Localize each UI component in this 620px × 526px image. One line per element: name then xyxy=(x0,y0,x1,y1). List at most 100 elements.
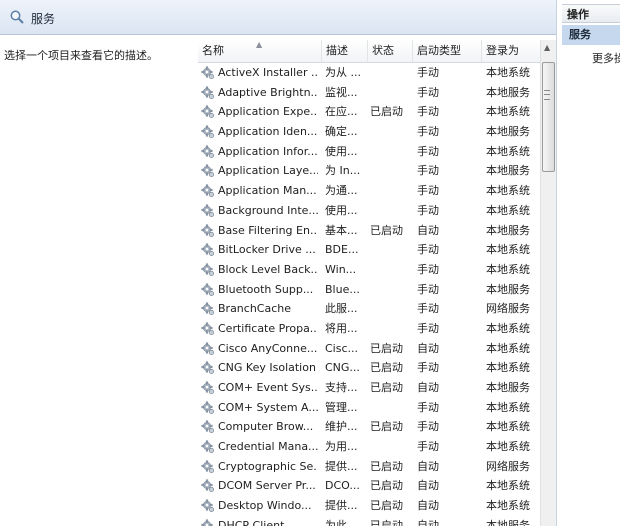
service-row[interactable]: Application Infor... 使用... 手动 本地系统 xyxy=(198,142,540,162)
service-row[interactable]: Application Expe... 在应... 已启动 手动 本地系统 xyxy=(198,102,540,122)
page-title: 服务 xyxy=(31,12,56,26)
service-logon-as: 本地服务 xyxy=(486,125,530,139)
service-description: 提供... xyxy=(325,459,358,473)
service-startup-type: 自动 xyxy=(417,381,439,394)
service-status: 已启动 xyxy=(370,518,403,526)
service-description: 此服... xyxy=(325,302,358,316)
service-name: Cryptographic Se... xyxy=(218,459,318,473)
service-description: 提供... xyxy=(325,499,358,513)
service-status: 已启动 xyxy=(370,341,403,355)
service-row[interactable]: Credential Mana... 为用... 手动 本地系统 xyxy=(198,437,540,457)
service-logon-as: 本地系统 xyxy=(486,440,530,454)
service-startup-type: 手动 xyxy=(417,125,439,139)
service-gear-icon xyxy=(201,519,213,526)
service-row[interactable]: COM+ System A... 管理... 手动 本地系统 xyxy=(198,398,540,418)
column-header-desc[interactable]: 描述 xyxy=(322,40,368,62)
service-logon-as: 本地服务 xyxy=(486,381,530,394)
service-description: Win... xyxy=(325,262,357,276)
service-startup-type: 手动 xyxy=(417,400,439,414)
service-name: Bluetooth Supp... xyxy=(218,282,314,296)
service-description: 确定... xyxy=(325,125,358,139)
column-header-logon[interactable]: 登录为 xyxy=(482,40,540,62)
service-gear-icon xyxy=(201,204,215,217)
service-row[interactable]: ActiveX Installer ... 为从 ... 手动 本地系统 xyxy=(198,63,540,83)
service-description: 将用... xyxy=(325,321,358,335)
service-row[interactable]: Application Iden... 确定... 手动 本地服务 xyxy=(198,122,540,142)
service-name: Certificate Propa... xyxy=(218,321,318,335)
action-more-actions[interactable]: 更多操 xyxy=(592,50,620,66)
service-startup-type: 自动 xyxy=(417,223,439,237)
service-startup-type: 手动 xyxy=(417,361,439,375)
service-startup-type: 手动 xyxy=(417,243,439,257)
service-row[interactable]: Base Filtering En... 基本... 已启动 自动 本地服务 xyxy=(198,221,540,241)
service-status: 已启动 xyxy=(370,479,403,493)
service-name: CNG Key Isolation xyxy=(218,361,316,375)
service-description: 为从 ... xyxy=(325,66,361,79)
service-name: Credential Mana... xyxy=(218,440,318,454)
service-logon-as: 本地系统 xyxy=(486,184,530,198)
service-row[interactable]: Application Laye... 为 In... 手动 本地服务 xyxy=(198,161,540,181)
service-row[interactable]: Application Man... 为通... 手动 本地系统 xyxy=(198,181,540,201)
service-description: Cisc... xyxy=(325,341,359,355)
vertical-scrollbar[interactable]: ▲ xyxy=(540,40,556,526)
service-row[interactable]: Bluetooth Supp... Blue... 手动 本地服务 xyxy=(198,280,540,300)
service-description: 在应... xyxy=(325,105,358,119)
service-gear-icon xyxy=(201,145,215,158)
service-row[interactable]: DHCP Client 为此... 已启动 自动 本地服务 xyxy=(198,516,540,526)
service-description: 基本... xyxy=(325,223,358,237)
service-logon-as: 本地系统 xyxy=(486,420,530,434)
service-startup-type: 手动 xyxy=(417,66,439,79)
service-logon-as: 本地系统 xyxy=(486,203,530,217)
service-status: 已启动 xyxy=(370,459,403,473)
service-status: 已启动 xyxy=(370,499,403,513)
service-status: 已启动 xyxy=(370,420,403,434)
service-row[interactable]: Background Inte... 使用... 手动 本地系统 xyxy=(198,201,540,221)
service-description: 为用... xyxy=(325,440,358,454)
column-header-status[interactable]: 状态 xyxy=(368,40,413,62)
service-logon-as: 本地系统 xyxy=(486,321,530,335)
service-startup-type: 自动 xyxy=(417,341,439,355)
service-description: 使用... xyxy=(325,144,358,158)
scrollbar-grip-icon xyxy=(544,90,550,100)
service-startup-type: 手动 xyxy=(417,164,439,178)
service-name: Desktop Windo... xyxy=(218,499,312,513)
service-gear-icon xyxy=(201,125,215,139)
service-row[interactable]: Block Level Back... Win... 手动 本地系统 xyxy=(198,260,540,280)
service-gear-icon xyxy=(201,479,215,493)
column-header-startup[interactable]: 启动类型 xyxy=(413,40,482,62)
service-gear-icon xyxy=(201,420,215,434)
service-row[interactable]: Certificate Propa... 将用... 手动 本地系统 xyxy=(198,319,540,339)
service-row[interactable]: Cryptographic Se... 提供... 已启动 自动 网络服务 xyxy=(198,457,540,477)
service-row[interactable]: DCOM Server Pr... DCO... 已启动 自动 本地系统 xyxy=(198,476,540,496)
actions-header: 操作 xyxy=(562,4,620,23)
service-logon-as: 本地服务 xyxy=(486,164,530,178)
service-row[interactable]: Desktop Windo... 提供... 已启动 自动 本地系统 xyxy=(198,496,540,516)
service-status: 已启动 xyxy=(370,105,403,119)
service-gear-icon xyxy=(201,164,215,178)
actions-section-services[interactable]: 服务 xyxy=(562,25,620,45)
service-startup-type: 手动 xyxy=(417,302,439,316)
service-gear-icon xyxy=(201,263,215,276)
service-startup-type: 手动 xyxy=(417,105,439,119)
service-row[interactable]: Cisco AnyConne... Cisc... 已启动 自动 本地系统 xyxy=(198,339,540,359)
service-row[interactable]: BitLocker Drive ... BDE... 手动 本地系统 xyxy=(198,240,540,260)
service-row[interactable]: COM+ Event Sys... 支持... 已启动 自动 本地服务 xyxy=(198,378,540,398)
service-gear-icon xyxy=(201,302,215,316)
actions-pane: 操作 服务 更多操 xyxy=(562,0,620,526)
service-row[interactable]: BranchCache 此服... 手动 网络服务 xyxy=(198,299,540,319)
service-gear-icon xyxy=(201,381,215,395)
service-gear-icon xyxy=(201,224,215,237)
service-startup-type: 手动 xyxy=(417,440,439,454)
scrollbar-thumb[interactable] xyxy=(542,62,555,172)
service-name: DCOM Server Pr... xyxy=(218,479,316,493)
service-name: Application Man... xyxy=(218,184,317,198)
scroll-up-icon[interactable]: ▲ xyxy=(544,43,550,52)
service-row[interactable]: CNG Key Isolation CNG... 已启动 手动 本地系统 xyxy=(198,358,540,378)
services-list[interactable]: ▲ 名称 描述 状态 启动类型 登录为 ActiveX Installer ..… xyxy=(198,40,540,526)
service-row[interactable]: Adaptive Brightn... 监视... 手动 本地服务 xyxy=(198,83,540,103)
service-gear-icon xyxy=(201,86,215,99)
service-row[interactable]: Computer Brow... 维护... 已启动 手动 本地系统 xyxy=(198,417,540,437)
service-logon-as: 网络服务 xyxy=(486,459,530,473)
service-logon-as: 本地系统 xyxy=(486,243,530,257)
column-header-name[interactable]: 名称 xyxy=(198,40,322,62)
